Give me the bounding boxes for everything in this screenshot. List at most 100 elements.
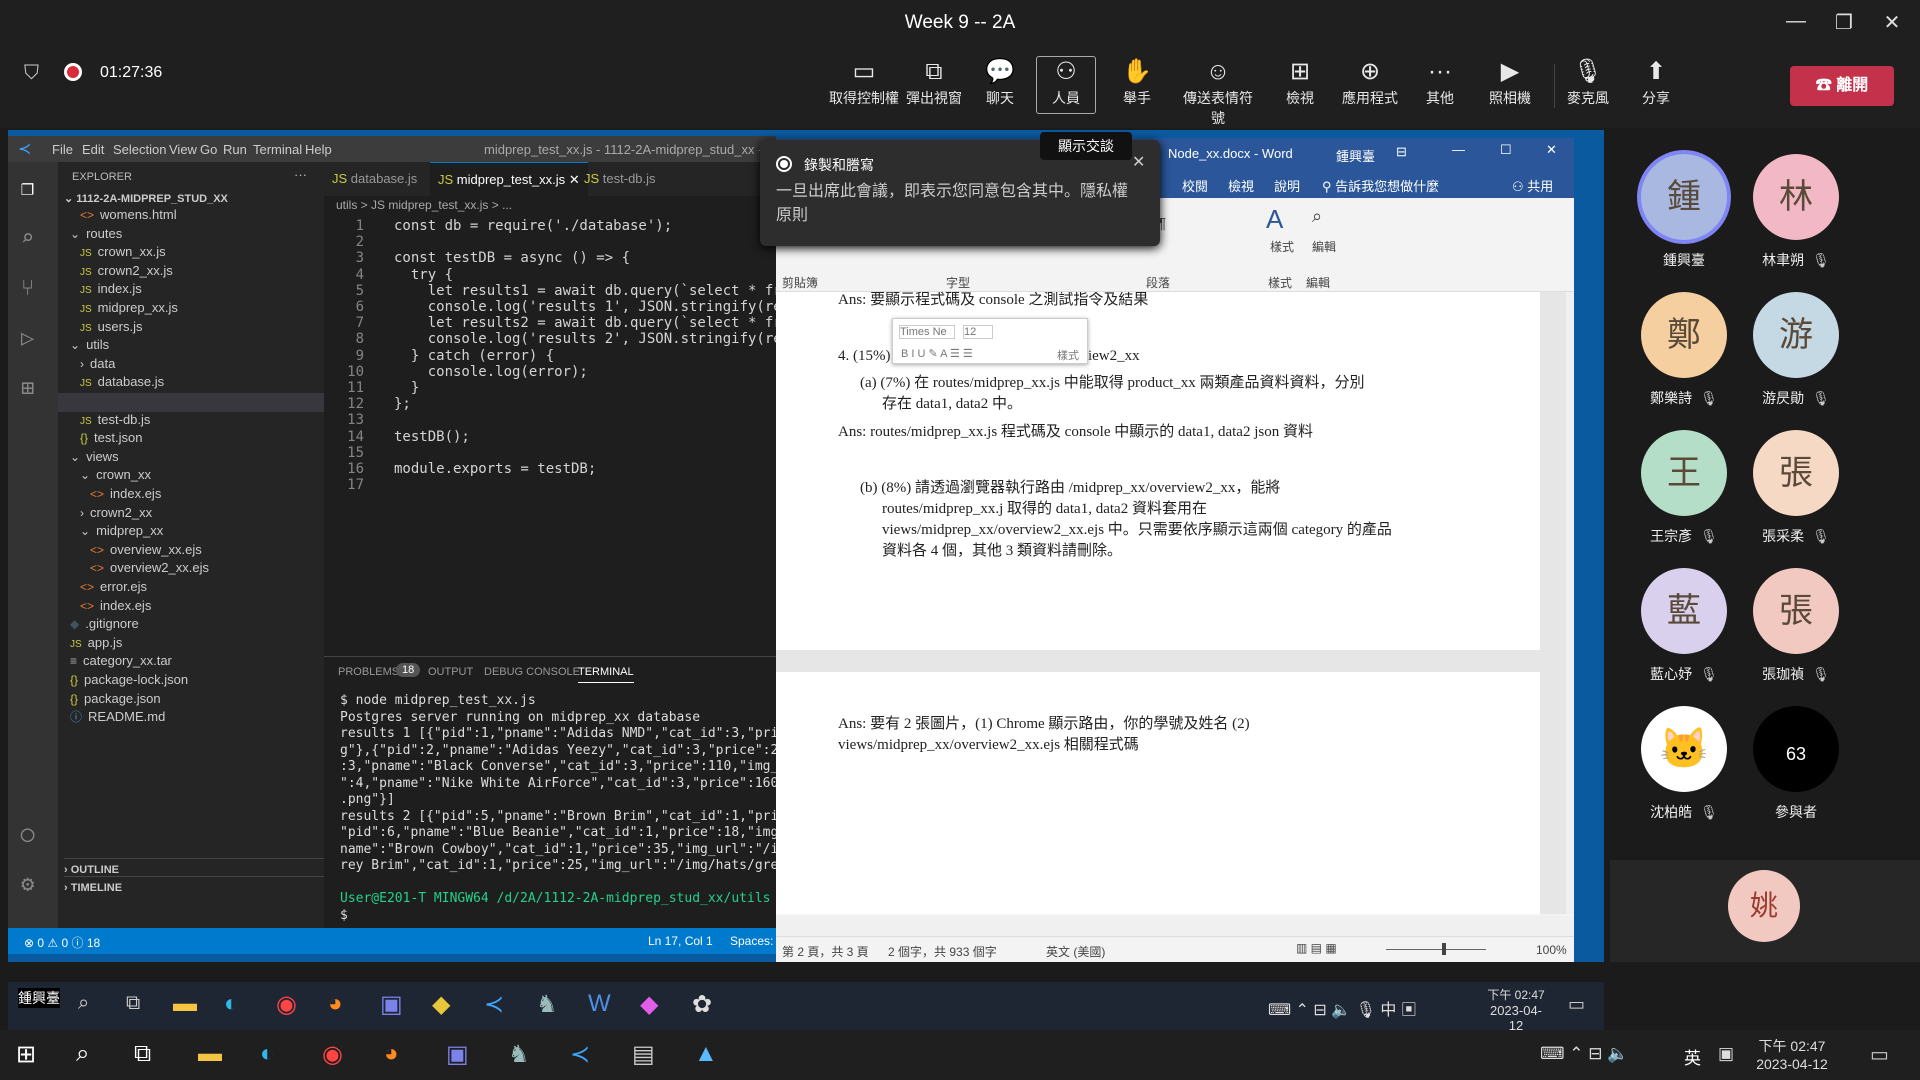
mini-toolbar[interactable]: Times Ne 12 B I U ✎ A ☰ ☰ 樣式 xyxy=(892,318,1088,364)
search-edit-icon[interactable]: ⌕ xyxy=(1312,206,1322,227)
firefox-icon[interactable]: ◕ xyxy=(384,1040,399,1068)
remote-firefox-icon[interactable]: ◕ xyxy=(328,990,343,1018)
extensions-icon[interactable]: ⊞ xyxy=(21,376,34,401)
remote-app-icon[interactable]: ◆ xyxy=(640,990,658,1019)
tree-item[interactable]: <> index.ejs xyxy=(90,485,161,504)
run-debug-icon[interactable]: ▷ xyxy=(21,326,34,351)
tree-item[interactable]: JS midprep_xx.js xyxy=(80,299,178,318)
view-icons[interactable]: ▥ ▤ ▦ xyxy=(1296,941,1337,955)
remote-taskview-icon[interactable]: ⧉ xyxy=(126,992,140,1015)
timeline-section[interactable]: › TIMELINE xyxy=(64,876,324,898)
toolbar-apps-button[interactable]: ⊕ 應用程式 xyxy=(1335,56,1405,108)
remote-edge-icon[interactable]: ◐ xyxy=(224,990,239,1018)
word-maximize[interactable]: ☐ xyxy=(1500,142,1512,158)
tree-item[interactable]: {} package-lock.json xyxy=(70,671,188,690)
remote-vscode-icon[interactable]: ≺ xyxy=(484,990,504,1019)
tree-item[interactable]: <> index.ejs xyxy=(80,597,151,616)
more-actions-icon[interactable]: ··· xyxy=(294,164,307,186)
remote-explorer-icon[interactable]: ▬ xyxy=(173,990,197,1018)
maximize-button[interactable]: ❐ xyxy=(1824,10,1864,38)
tree-item[interactable]: › crown2_xx xyxy=(80,504,152,523)
zoom-thumb[interactable] xyxy=(1442,943,1446,955)
tree-item[interactable]: <> overview2_xx.ejs xyxy=(90,559,209,578)
tree-item[interactable]: JS app.js xyxy=(70,634,122,653)
teams-icon[interactable]: ▣ xyxy=(446,1040,469,1069)
chrome-icon[interactable]: ◉ xyxy=(322,1040,343,1069)
code-editor[interactable]: 1 const db = require('./database'); 2 3 cons… xyxy=(324,218,790,658)
tree-item[interactable]: ⌄ midprep_xx xyxy=(80,522,163,541)
participant-avatar[interactable]: 鍾 xyxy=(1641,154,1727,240)
remote-pgadmin-icon[interactable]: ♞ xyxy=(536,990,558,1019)
remote-chrome-icon[interactable]: ◉ xyxy=(276,990,297,1019)
tab-midprep-test[interactable]: JS midprep_test_xx.js ✕ xyxy=(430,162,588,196)
toolbar-share-button[interactable]: ⬆ 分享 xyxy=(1621,56,1691,108)
toolbar-chat-button[interactable]: 💬 聊天 xyxy=(965,56,1035,108)
mini-size[interactable]: 12 xyxy=(963,325,993,339)
tree-item[interactable]: ⌄ crown_xx xyxy=(80,466,151,485)
photos-icon[interactable]: ▲ xyxy=(694,1040,718,1068)
menu-file[interactable]: File xyxy=(52,142,73,157)
vertical-scrollbar[interactable] xyxy=(1566,292,1574,914)
toolbar-emoji-button[interactable]: ☺ 傳送表情符號 xyxy=(1183,56,1253,128)
toolbar-view-button[interactable]: ⊞ 檢視 xyxy=(1265,56,1335,108)
zoom-slider[interactable] xyxy=(1386,949,1486,950)
remote-tool-icon[interactable]: ✿ xyxy=(692,990,712,1019)
participant-avatar[interactable]: 游 xyxy=(1753,292,1839,378)
tree-item[interactable]: ◆ .gitignore xyxy=(70,615,139,634)
ime-indicator[interactable]: 英 xyxy=(1684,1044,1701,1069)
participant-avatar[interactable]: 王 xyxy=(1641,430,1727,516)
tree-item[interactable]: ⓘ README.md xyxy=(70,708,165,727)
participant-avatar[interactable]: 張 xyxy=(1753,568,1839,654)
source-control-icon[interactable]: ⑂ xyxy=(21,276,34,301)
cursor-position[interactable]: Ln 17, Col 1 xyxy=(648,934,713,948)
menu-review[interactable]: 校閱 xyxy=(1182,176,1208,195)
tab-test-db[interactable]: JS test-db.js xyxy=(576,162,664,196)
toolbar-camera-off-button[interactable]: ▶ 照相機 xyxy=(1475,56,1545,108)
pgadmin-icon[interactable]: ♞ xyxy=(508,1040,530,1069)
tree-item[interactable]: <> error.ejs xyxy=(80,578,147,597)
menu-view[interactable]: 檢視 xyxy=(1228,176,1254,195)
word-count[interactable]: 2 個字，共 933 個字 xyxy=(888,943,997,960)
remote-tray-icons[interactable]: ⌨ ⌃ ⊟ 🔈 🎙 中 ▣ xyxy=(1268,996,1417,1020)
remote-notification-icon[interactable]: ▭ xyxy=(1568,994,1585,1015)
menu-go[interactable]: Go xyxy=(200,142,217,157)
zoom-level[interactable]: 100% xyxy=(1536,943,1567,957)
menu-run[interactable]: Run xyxy=(223,142,247,157)
menu-selection[interactable]: Selection xyxy=(113,142,166,157)
toast-body[interactable]: 一旦出席此會議，即表示您同意包含其中。隱私權原則 xyxy=(776,180,1136,228)
menu-help[interactable]: 說明 xyxy=(1274,176,1300,195)
toast-close-icon[interactable]: ✕ xyxy=(1132,152,1145,172)
share-button[interactable]: ⚇ 共用 xyxy=(1512,176,1553,195)
mini-font[interactable]: Times Ne xyxy=(899,325,955,339)
remote-git-icon[interactable]: ◆ xyxy=(432,990,450,1019)
mini-styles[interactable]: 樣式 xyxy=(1057,347,1079,363)
leave-button[interactable]: ☎ 離開 xyxy=(1790,66,1894,106)
word-document[interactable]: Ans: 要顯示程式碼及 console 之測試指令及結果 4. (15%) 請… xyxy=(776,292,1566,914)
tree-item[interactable]: {} package.json xyxy=(70,690,161,709)
participant-avatar[interactable]: 藍 xyxy=(1641,568,1727,654)
minimize-button[interactable]: — xyxy=(1776,10,1816,38)
tree-item[interactable]: ⌄ utils xyxy=(70,336,109,355)
tree-item[interactable]: JS crown_xx.js xyxy=(80,243,166,262)
toolbar-more-button[interactable]: ··· 其他 xyxy=(1405,56,1475,108)
explorer-icon[interactable]: ❐ xyxy=(21,176,34,201)
panel-tab-terminal[interactable]: TERMINAL xyxy=(578,666,634,683)
tree-item[interactable]: ≡ category_xx.tar xyxy=(70,652,172,671)
problems-status[interactable]: ⊗ 0 ⚠ 0 ⓘ 18 xyxy=(24,934,100,951)
tree-item[interactable]: JS index.js xyxy=(80,280,142,299)
toolbar-mic-off-button[interactable]: 🎙 麥克風 xyxy=(1553,56,1623,108)
indent-status[interactable]: Spaces: xyxy=(730,934,773,948)
menu-edit[interactable]: Edit xyxy=(82,142,104,157)
toolbar-popout-button[interactable]: ⧉ 彈出視窗 xyxy=(899,56,969,108)
word-close[interactable]: ✕ xyxy=(1546,142,1557,158)
word-minimize[interactable]: — xyxy=(1452,142,1465,157)
tree-item[interactable]: JS test-db.js xyxy=(80,411,150,430)
remote-teams-icon[interactable]: ▣ xyxy=(380,990,403,1019)
tree-item[interactable]: {} test.json xyxy=(80,429,142,448)
ribbon-display-icon[interactable]: ⊟ xyxy=(1396,144,1407,160)
tray-icons[interactable]: ⌨ ⌃ ⊟ 🔈 xyxy=(1540,1044,1628,1064)
horizontal-scrollbar[interactable] xyxy=(776,916,1574,936)
close-button[interactable]: ✕ xyxy=(1872,10,1912,38)
page-count[interactable]: 第 2 頁，共 3 頁 xyxy=(782,943,869,960)
tree-item[interactable]: JS database.js xyxy=(80,373,164,392)
